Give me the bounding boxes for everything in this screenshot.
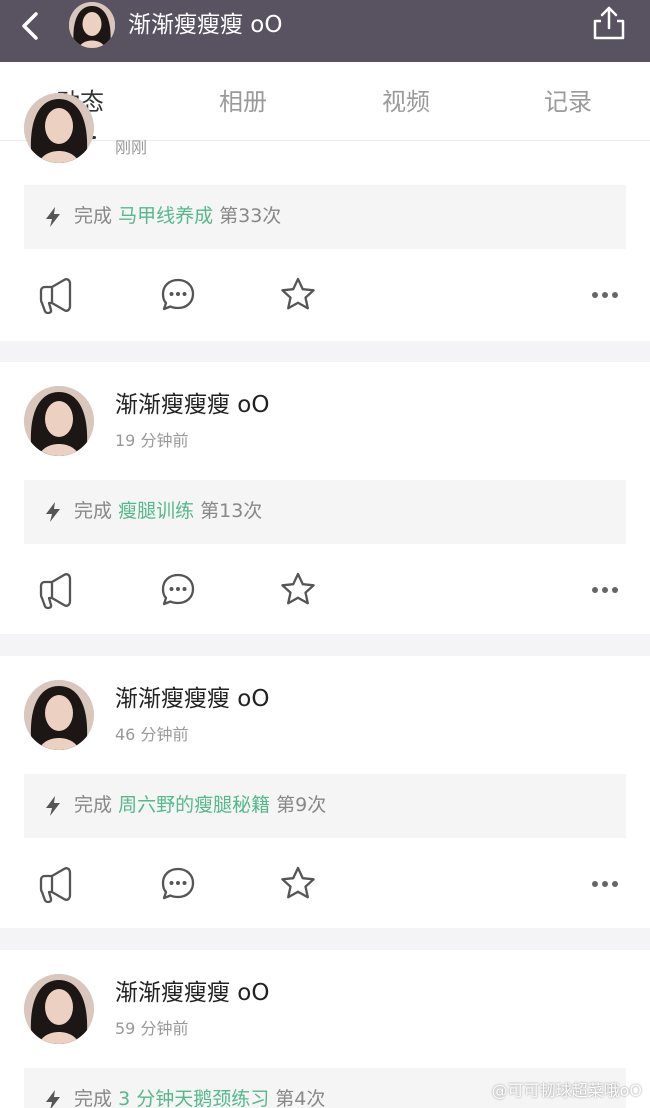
more-button[interactable] <box>588 874 622 894</box>
task-text: 完成 周六野的瘦腿秘籍 第9次 <box>74 794 327 816</box>
star-icon <box>281 572 315 605</box>
comment-button[interactable] <box>158 275 198 315</box>
tab-bar: 动态 相册 视频 记录 <box>0 62 650 141</box>
avatar[interactable] <box>24 93 94 163</box>
tab-album[interactable]: 相册 <box>203 86 283 118</box>
task-box[interactable]: 完成 瘦腿训练 第13次 <box>24 480 626 544</box>
favorite-button[interactable] <box>278 864 318 904</box>
user-name[interactable]: 渐渐瘦瘦瘦 oO <box>115 390 270 420</box>
post-time: 59 分钟前 <box>115 1019 189 1038</box>
post-time: 19 分钟前 <box>115 431 189 450</box>
comment-button[interactable] <box>158 570 198 610</box>
more-button[interactable] <box>588 285 622 305</box>
megaphone-icon <box>39 573 72 610</box>
more-icon <box>592 587 618 593</box>
megaphone-icon <box>39 867 72 904</box>
share-button[interactable] <box>592 4 626 42</box>
more-icon <box>592 292 618 298</box>
megaphone-button[interactable] <box>36 275 76 315</box>
top-bar: 渐渐瘦瘦瘦 oO <box>0 0 650 62</box>
star-icon <box>281 277 315 310</box>
avatar[interactable] <box>24 386 94 456</box>
feed-card: 渐渐瘦瘦瘦 oO 46 分钟前 完成 周六野的瘦腿秘籍 第9次 <box>0 656 650 928</box>
task-link[interactable]: 马甲线养成 <box>118 205 213 227</box>
comment-icon <box>161 867 195 900</box>
megaphone-button[interactable] <box>36 864 76 904</box>
more-icon <box>592 881 618 887</box>
task-link[interactable]: 3 分钟天鹅颈练习 <box>118 1088 269 1108</box>
avatar[interactable] <box>24 974 94 1044</box>
megaphone-icon <box>39 278 72 315</box>
comment-icon <box>161 278 195 311</box>
feed-card: 渐渐瘦瘦瘦 oO 19 分钟前 完成 瘦腿训练 第13次 <box>0 362 650 634</box>
tab-records[interactable]: 记录 <box>528 86 608 118</box>
more-button[interactable] <box>588 580 622 600</box>
favorite-button[interactable] <box>278 570 318 610</box>
comment-button[interactable] <box>158 864 198 904</box>
lightning-icon <box>46 1090 60 1108</box>
tab-video[interactable]: 视频 <box>366 86 446 118</box>
feed-card: 刚刚 完成 马甲线养成 第33次 <box>0 93 650 341</box>
chevron-left-icon <box>22 12 38 40</box>
post-time: 46 分钟前 <box>115 725 189 744</box>
task-text: 完成 3 分钟天鹅颈练习 第4次 <box>74 1088 326 1108</box>
user-name[interactable]: 渐渐瘦瘦瘦 oO <box>115 978 270 1008</box>
task-link[interactable]: 瘦腿训练 <box>118 500 194 522</box>
post-time: 刚刚 <box>115 138 148 157</box>
header-avatar[interactable] <box>69 2 115 48</box>
lightning-icon <box>46 502 60 522</box>
task-link[interactable]: 周六野的瘦腿秘籍 <box>118 794 270 816</box>
lightning-icon <box>46 796 60 816</box>
task-text: 完成 马甲线养成 第33次 <box>74 205 282 227</box>
comment-icon <box>161 573 195 606</box>
favorite-button[interactable] <box>278 275 318 315</box>
share-icon <box>593 6 625 40</box>
task-box[interactable]: 完成 周六野的瘦腿秘籍 第9次 <box>24 774 626 838</box>
header-title: 渐渐瘦瘦瘦 oO <box>128 12 283 38</box>
user-name[interactable]: 渐渐瘦瘦瘦 oO <box>115 684 270 714</box>
avatar[interactable] <box>24 680 94 750</box>
star-icon <box>281 866 315 899</box>
task-text: 完成 瘦腿训练 第13次 <box>74 500 263 522</box>
back-button[interactable] <box>14 8 50 44</box>
watermark: @可可韧球超菜哦oO <box>491 1081 642 1100</box>
task-box[interactable]: 完成 马甲线养成 第33次 <box>24 185 626 249</box>
lightning-icon <box>46 207 60 227</box>
megaphone-button[interactable] <box>36 570 76 610</box>
